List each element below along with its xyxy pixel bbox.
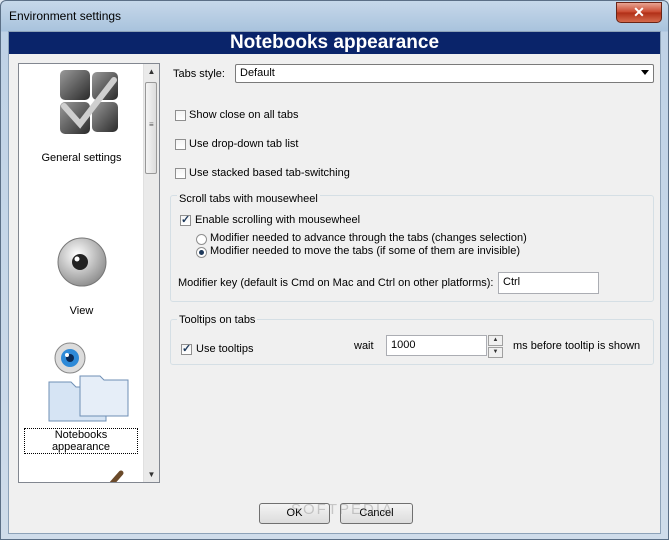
- dropdown-tab-list-label: Use drop-down tab list: [189, 138, 299, 150]
- show-close-checkbox[interactable]: [175, 110, 186, 121]
- tooltip-wait-suffix: ms before tooltip is shown: [513, 340, 641, 352]
- sidebar-item-editor[interactable]: [19, 469, 144, 482]
- dropdown-tab-list-checkbox[interactable]: [175, 139, 186, 150]
- modifier-key-input[interactable]: Ctrl: [498, 272, 599, 294]
- enable-scrolling-label: Enable scrolling with mousewheel: [195, 214, 361, 226]
- sidebar-item-notebooks-appearance[interactable]: [19, 342, 144, 425]
- sidebar-item-label: General settings: [41, 152, 122, 164]
- show-close-label: Show close on all tabs: [189, 109, 299, 121]
- use-tooltips-checkbox[interactable]: [181, 342, 192, 355]
- sidebar-item-label: Notebooks appearance: [24, 428, 138, 454]
- tabs-style-label: Tabs style:: [173, 68, 225, 80]
- stacked-tab-switching-label: Use stacked based tab-switching: [189, 167, 350, 179]
- wait-label: wait: [354, 340, 374, 352]
- watermark: SOFTPEDIA: [291, 501, 395, 518]
- enable-scrolling-checkbox[interactable]: [180, 213, 191, 226]
- modifier-key-value: Ctrl: [503, 276, 521, 288]
- tooltips-group-title: Tooltips on tabs: [177, 314, 258, 326]
- tabs-style-value: Default: [240, 67, 275, 79]
- sidebar-scrollbar[interactable]: ▲ ≡ ▼: [143, 64, 159, 482]
- editor-folder-brush-icon: [109, 470, 123, 482]
- modifier-move-radio[interactable]: [196, 247, 207, 258]
- scroll-up-icon[interactable]: ▲: [144, 64, 159, 79]
- window-title: Environment settings: [9, 9, 122, 23]
- use-tooltips-label: Use tooltips: [196, 343, 254, 355]
- settings-window: Environment settings ✕ Notebooks appeara…: [0, 0, 669, 540]
- tooltip-wait-value: 1000: [391, 339, 416, 351]
- stepper-up-icon[interactable]: ▲: [488, 335, 503, 346]
- general-settings-icon: [59, 70, 118, 134]
- view-eye-icon: [57, 237, 106, 287]
- dialog-client-area: Notebooks appearance General settings Vi…: [8, 31, 661, 534]
- modifier-advance-radio[interactable]: [196, 234, 207, 245]
- scroll-thumb[interactable]: ≡: [145, 82, 157, 174]
- tooltip-wait-input[interactable]: 1000: [386, 335, 487, 356]
- chevron-down-icon: [641, 70, 649, 75]
- stacked-tab-switching-checkbox[interactable]: [175, 168, 186, 179]
- tabs-style-select[interactable]: Default: [235, 64, 654, 83]
- title-bar: Environment settings ✕: [1, 1, 668, 31]
- sidebar-item-label: View: [69, 305, 94, 317]
- tooltip-wait-stepper[interactable]: ▲ ▼: [488, 335, 503, 358]
- sidebar-item-general-settings[interactable]: [19, 66, 144, 143]
- close-button[interactable]: ✕: [616, 2, 662, 23]
- scroll-down-icon[interactable]: ▼: [144, 467, 159, 482]
- scroll-tabs-group-title: Scroll tabs with mousewheel: [177, 193, 320, 205]
- modifier-move-label: Modifier needed to move the tabs (if som…: [210, 245, 520, 257]
- sidebar-item-view[interactable]: [19, 232, 144, 295]
- modifier-advance-label: Modifier needed to advance through the t…: [210, 232, 527, 244]
- modifier-key-label: Modifier key (default is Cmd on Mac and …: [178, 277, 494, 289]
- notebooks-folders-icon: [48, 342, 128, 422]
- settings-category-list[interactable]: General settings View Notebooks appearan…: [18, 63, 160, 483]
- stepper-down-icon[interactable]: ▼: [488, 347, 503, 358]
- page-title: Notebooks appearance: [9, 32, 660, 54]
